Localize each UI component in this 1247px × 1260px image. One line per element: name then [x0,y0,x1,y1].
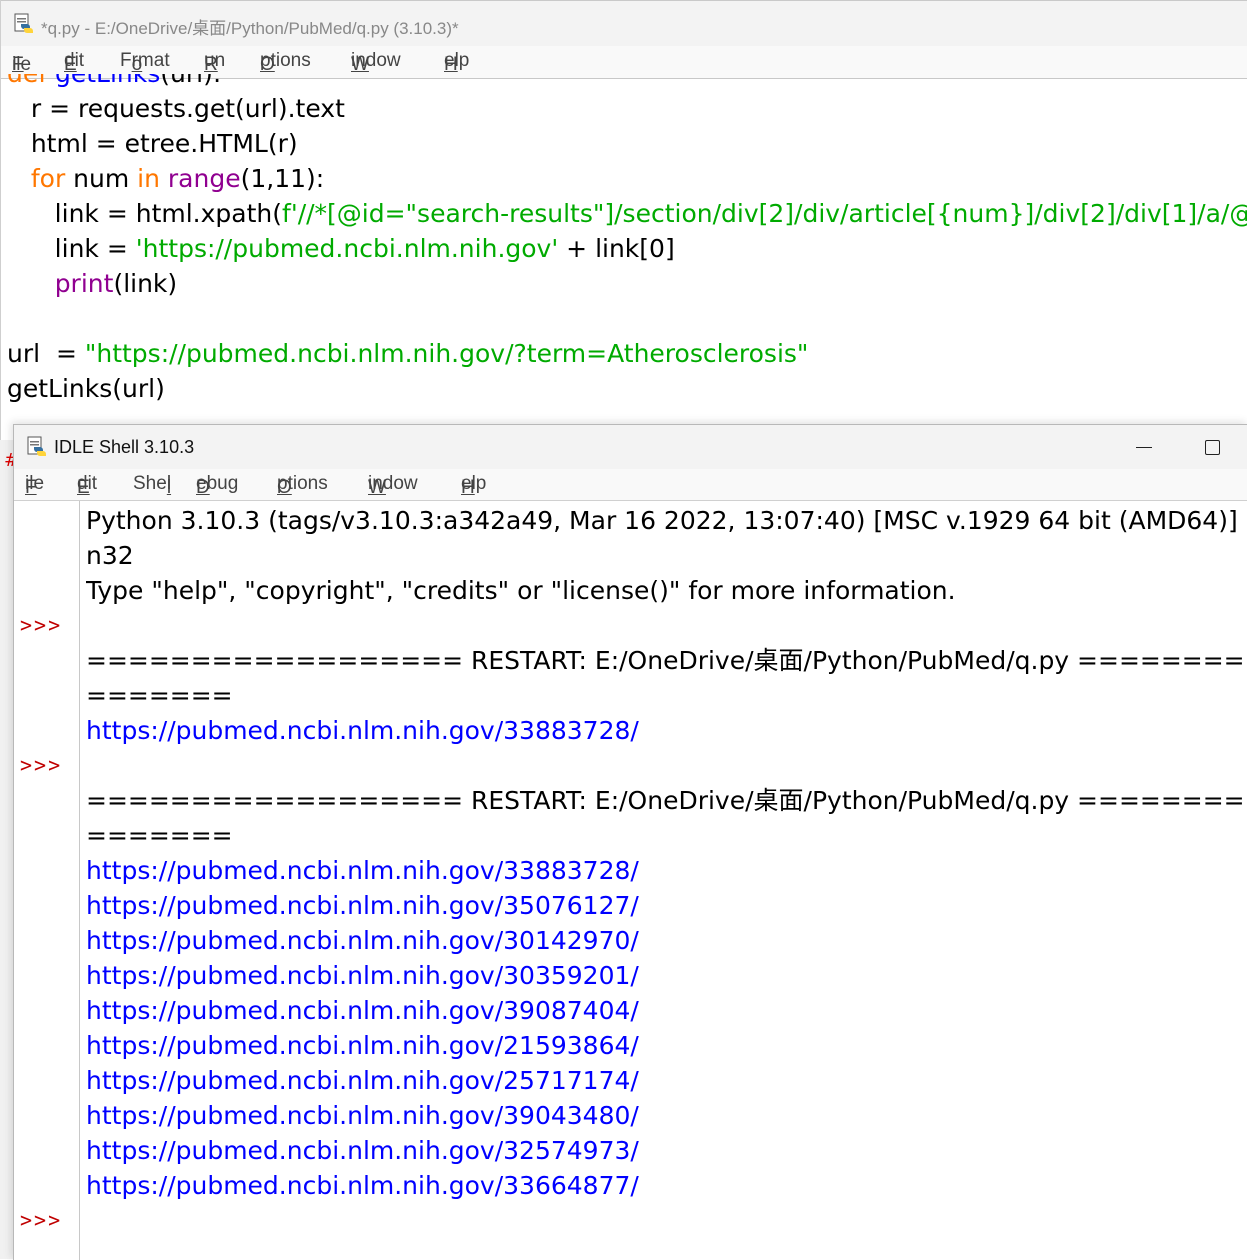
shell-prompt: >>> [20,1208,63,1232]
banner-line: Type "help", "copyright", "credits" or "… [86,576,956,605]
menu-help[interactable]: Help [444,50,469,75]
shell-menubar: File Edit She l l Debug Options Window Hel… [14,469,1247,501]
background-window-edge [0,440,14,1259]
shell-window: IDLE Shell 3.10.3 File Edit She l l Debug … [13,424,1247,1260]
maximize-icon[interactable] [1198,433,1228,461]
url-assign: url = [7,339,85,368]
menu-file-label: ile [12,54,32,75]
shell-prompt: >>> [20,753,63,777]
xpath-string: f'//*[@id="search-results"]/section/div[… [282,199,1247,228]
shell-menu-window[interactable]: Window [368,473,418,498]
menu-edit[interactable]: Edit [64,50,84,75]
menu-run[interactable]: Run [204,50,225,75]
shell-title: IDLE Shell 3.10.3 [54,437,195,457]
output-link: https://pubmed.ncbi.nlm.nih.gov/35076127… [86,891,639,920]
restart-line-cont: ======= [86,681,233,710]
output-link: https://pubmed.ncbi.nlm.nih.gov/33883728… [86,716,639,745]
restart-line: ================== RESTART: E:/OneDrive/… [86,786,1247,815]
python-idle-icon [27,436,46,456]
shell-menu-file[interactable]: File [25,473,44,498]
output-link: https://pubmed.ncbi.nlm.nih.gov/39087404… [86,996,639,1025]
menu-options[interactable]: Options [260,50,311,75]
shell-menu-options[interactable]: Options [277,473,328,498]
builtin-range: range [167,164,241,193]
restart-line: ================== RESTART: E:/OneDrive/… [86,646,1247,675]
shell-prompt: >>> [20,613,63,637]
code-line-call: getLinks(url) [7,374,165,403]
editor-title: *q.py - E:/OneDrive/桌面/Python/PubMed/q.p… [41,19,459,38]
code-line-print: print(link) [7,266,177,301]
code-line-xpath: link = html.xpath(f'//*[@id="search-resu… [7,196,1247,231]
def-rest: (url): [160,74,221,88]
xpath-call: link = html.xpath( [7,199,283,228]
output-link: https://pubmed.ncbi.nlm.nih.gov/21593864… [86,1031,639,1060]
func-name: getLinks [55,74,160,88]
kw-def: def [7,74,55,88]
output-link: https://pubmed.ncbi.nlm.nih.gov/39043480… [86,1101,639,1130]
kw-for: for [30,164,66,193]
output-link: https://pubmed.ncbi.nlm.nih.gov/30359201… [86,961,639,990]
banner-line: Python 3.10.3 (tags/v3.10.3:a342a49, Mar… [86,506,1247,535]
python-idle-icon [14,13,33,33]
output-link: https://pubmed.ncbi.nlm.nih.gov/30142970… [86,926,639,955]
output-link: https://pubmed.ncbi.nlm.nih.gov/33664877… [86,1171,639,1200]
link-assign: link = [7,234,136,263]
menu-window[interactable]: Window [351,50,401,75]
code-line-link: link = 'https://pubmed.ncbi.nlm.nih.gov'… [7,231,675,266]
shell-titlebar[interactable]: IDLE Shell 3.10.3 [14,425,1247,469]
builtin-print: print [54,269,114,298]
editor-text-area[interactable]: def getLinks(url): r = requests.get(url)… [7,74,1247,424]
output-link: https://pubmed.ncbi.nlm.nih.gov/33883728… [86,856,639,885]
output-link: https://pubmed.ncbi.nlm.nih.gov/25717174… [86,1066,639,1095]
range-args: (1,11): [240,164,325,193]
output-link: https://pubmed.ncbi.nlm.nih.gov/32574973… [86,1136,639,1165]
shell-prompt-gutter: >>> >>> >>> [14,501,80,1260]
link-concat: + link[0] [558,234,675,263]
code-line-url: url = "https://pubmed.ncbi.nlm.nih.gov/?… [7,336,808,371]
loop-var: num [65,164,138,193]
restart-line-cont: ======= [86,821,233,850]
menu-format[interactable]: Fo rmat [120,50,170,75]
code-line-for: for num in range(1,11): [7,161,324,196]
banner-line: n32 [86,541,134,570]
url-string: "https://pubmed.ncbi.nlm.nih.gov/?term=A… [84,339,809,368]
minimize-icon[interactable] [1129,433,1159,461]
print-args: (link) [113,269,178,298]
shell-menu-edit[interactable]: Edit [77,473,97,498]
shell-menu-debug[interactable]: Debug [196,473,238,498]
code-line-def: def getLinks(url): [7,74,221,91]
shell-menu-help[interactable]: Help [461,473,486,498]
editor-titlebar[interactable]: *q.py - E:/OneDrive/桌面/Python/PubMed/q.p… [1,0,1247,46]
code-line: r = requests.get(url).text [7,94,345,123]
code-line: html = etree.HTML(r) [7,129,298,158]
shell-menu-shell[interactable]: She l l [133,473,171,498]
kw-in: in [137,164,160,193]
base-url-string: 'https://pubmed.ncbi.nlm.nih.gov' [135,234,559,263]
shell-output-area[interactable]: Python 3.10.3 (tags/v3.10.3:a342a49, Mar… [86,501,1247,1260]
